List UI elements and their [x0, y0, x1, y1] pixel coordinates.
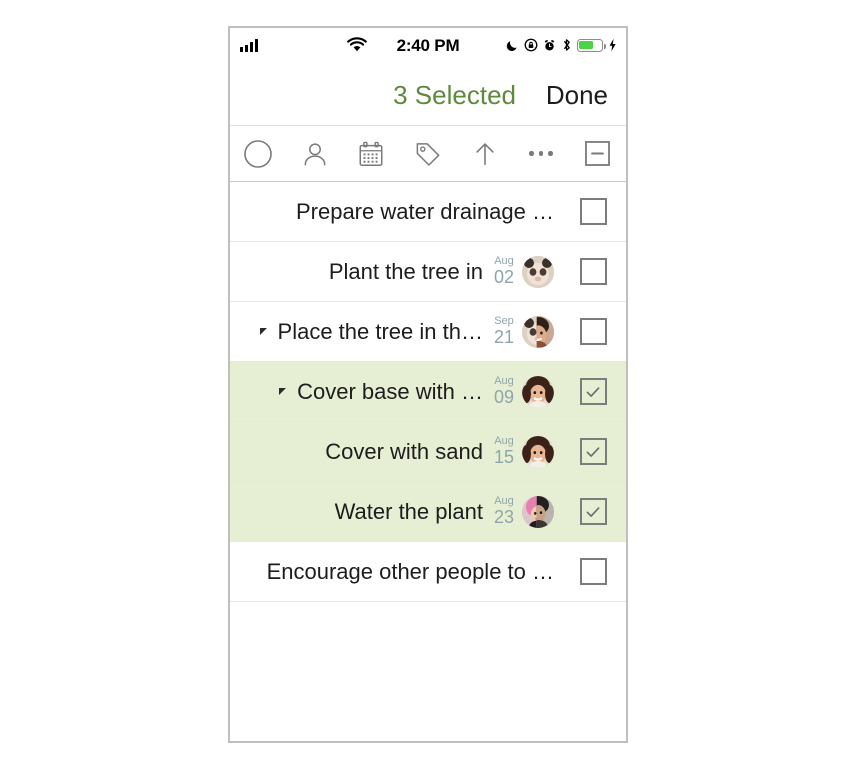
charging-bolt-icon — [608, 38, 617, 52]
toolbar-deselect-all-button[interactable] — [569, 126, 626, 181]
task-row-content: Cover with sand Aug 15 — [230, 435, 560, 468]
due-date-day: 21 — [493, 326, 514, 347]
avatar — [522, 375, 554, 408]
due-date-day: 09 — [493, 386, 514, 407]
circle-status-icon — [243, 139, 273, 169]
task-title: Water the plant — [334, 498, 483, 524]
task-checkbox-cell[interactable] — [560, 318, 626, 345]
task-title: Plant the tree in — [328, 258, 483, 284]
task-checkbox-cell[interactable] — [560, 198, 626, 225]
due-date-day: 02 — [493, 266, 514, 287]
task-title: Encourage other people to … — [266, 558, 554, 584]
alarm-clock-icon — [543, 39, 556, 52]
disclosure-triangle-icon[interactable] — [259, 328, 267, 335]
task-row[interactable]: Plant the tree in Aug 02 — [230, 242, 626, 302]
task-title: Place the tree in th… — [277, 318, 483, 344]
task-row-content: Place the tree in th… Sep 21 — [230, 315, 560, 348]
moon-do-not-disturb-icon — [506, 39, 519, 52]
task-checkbox-checked[interactable] — [579, 498, 607, 525]
task-row[interactable]: Place the tree in th… Sep 21 — [230, 302, 626, 362]
avatar — [522, 255, 554, 288]
task-checkbox-cell[interactable] — [560, 438, 626, 465]
tag-icon — [414, 140, 442, 168]
task-row-content: Prepare water drainage … — [230, 199, 560, 225]
task-checkbox-cell[interactable] — [560, 558, 626, 585]
task-due-date: Aug 15 — [494, 436, 514, 466]
selection-count-label: 3 Selected — [393, 80, 516, 110]
calendar-icon — [357, 140, 385, 168]
task-checkbox-cell[interactable] — [560, 258, 626, 285]
task-checkbox-checked[interactable] — [579, 438, 607, 465]
task-row[interactable]: Cover base with … Aug 09 — [230, 362, 626, 422]
assignee-avatars[interactable] — [522, 375, 554, 408]
task-due-date: Aug 09 — [494, 376, 514, 406]
task-title: Prepare water drainage … — [295, 198, 554, 224]
person-icon — [301, 140, 329, 168]
task-checkbox-unchecked[interactable] — [579, 198, 607, 225]
task-list: Prepare water drainage … Plant the tree … — [230, 182, 626, 741]
task-row[interactable]: Cover with sand Aug 15 — [230, 422, 626, 482]
toolbar-status-button[interactable] — [230, 126, 287, 181]
ellipsis-icon — [529, 151, 553, 156]
assignee-avatars[interactable] — [522, 255, 554, 288]
task-due-date: Aug 02 — [494, 256, 514, 286]
task-row[interactable]: Prepare water drainage … — [230, 182, 626, 242]
task-due-date: Sep 21 — [494, 316, 514, 346]
due-date-day: 15 — [493, 446, 514, 467]
toolbar-move-up-button[interactable] — [456, 126, 513, 181]
rotation-lock-icon — [524, 38, 538, 52]
task-checkbox-unchecked[interactable] — [579, 558, 607, 585]
task-title: Cover base with … — [297, 378, 483, 404]
battery-icon — [577, 38, 606, 52]
toolbar-more-button[interactable] — [513, 126, 570, 181]
task-row[interactable]: Water the plant Aug 23 — [230, 482, 626, 542]
status-bar-right-icons — [506, 36, 617, 54]
task-row-content: Cover base with … Aug 09 — [230, 375, 560, 408]
list-empty-area — [230, 602, 626, 741]
assignee-avatars[interactable] — [522, 315, 554, 348]
task-row-content: Water the plant Aug 23 — [230, 495, 560, 528]
task-checkbox-cell[interactable] — [560, 378, 626, 405]
toolbar-duedate-button[interactable] — [343, 126, 400, 181]
phone-frame: 2:40 PM 3 Selected Done Prepare water dr… — [228, 26, 628, 743]
task-checkbox-cell[interactable] — [560, 498, 626, 525]
arrow-up-icon — [471, 140, 499, 168]
task-due-date: Aug 23 — [494, 496, 514, 526]
task-title: Cover with sand — [325, 438, 483, 464]
task-row[interactable]: Encourage other people to … — [230, 542, 626, 602]
task-row-content: Encourage other people to … — [230, 559, 560, 585]
toolbar-tag-button[interactable] — [400, 126, 457, 181]
toolbar-assignee-button[interactable] — [287, 126, 344, 181]
avatar — [522, 435, 554, 468]
minus-box-icon — [584, 140, 611, 167]
assignee-avatars[interactable] — [522, 495, 554, 528]
screenshot-canvas: 2:40 PM 3 Selected Done Prepare water dr… — [0, 0, 858, 783]
task-checkbox-unchecked[interactable] — [579, 258, 607, 285]
task-checkbox-unchecked[interactable] — [579, 318, 607, 345]
status-bar: 2:40 PM — [230, 28, 626, 66]
task-row-content: Plant the tree in Aug 02 — [230, 255, 560, 288]
task-checkbox-checked[interactable] — [579, 378, 607, 405]
nav-bar: 3 Selected Done — [230, 66, 626, 126]
assignee-avatars[interactable] — [522, 435, 554, 468]
action-toolbar — [230, 126, 626, 182]
bluetooth-icon — [561, 38, 572, 52]
disclosure-triangle-icon[interactable] — [279, 388, 287, 395]
due-date-day: 23 — [493, 506, 514, 527]
done-button[interactable]: Done — [546, 80, 608, 111]
